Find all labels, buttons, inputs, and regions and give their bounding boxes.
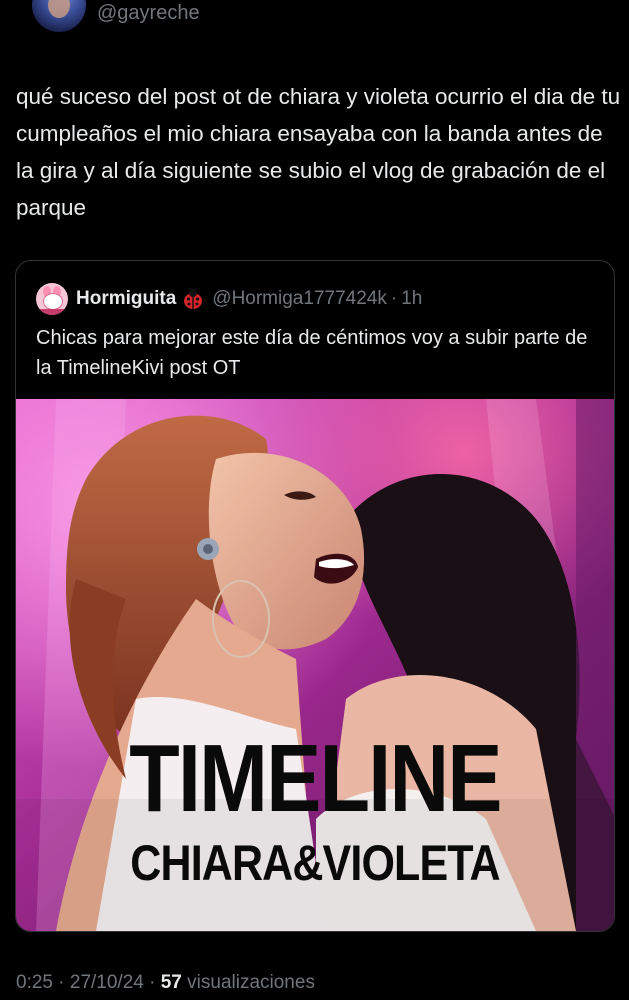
quoted-tweet-card[interactable]: Hormiguita @Hormiga1777424k · 1h Chicas …	[15, 260, 615, 932]
quote-header: Hormiguita @Hormiga1777424k · 1h	[36, 283, 422, 315]
tweet-meta: 0:25 · 27/10/24 · 57 visualizaciones	[16, 970, 315, 996]
avatar-face	[48, 0, 70, 18]
avatar-strip	[36, 309, 68, 315]
author-avatar[interactable]	[32, 0, 86, 32]
author-handle[interactable]: @gayreche	[97, 0, 200, 26]
tweet-text: qué suceso del post ot de chiara y viole…	[16, 84, 621, 220]
quote-author-name[interactable]: Hormiguita	[76, 288, 176, 310]
quote-author-handle[interactable]: @Hormiga1777424k	[212, 288, 387, 310]
quote-avatar[interactable]	[36, 283, 68, 315]
avatar-head	[43, 293, 63, 310]
quote-text: Chicas para mejorar este día de céntimos…	[36, 327, 588, 379]
quote-separator: ·	[390, 288, 398, 309]
quote-timestamp[interactable]: 1h	[401, 288, 422, 310]
views-label: visualizaciones	[187, 972, 315, 993]
meta-separator: ·	[149, 972, 156, 993]
quote-media-image[interactable]: TIMELINE CHIARA&VIOLETA	[16, 399, 614, 931]
media-overlay-title: TIMELINE	[129, 725, 502, 832]
media-overlay-subtitle: CHIARA&VIOLETA	[130, 835, 500, 891]
tweet-header: @gayreche	[0, 0, 629, 40]
tweet-date[interactable]: 27/10/24	[70, 972, 144, 993]
tweet-time[interactable]: 0:25	[16, 972, 53, 993]
views-count: 57	[160, 972, 182, 993]
ladybug-icon	[182, 287, 204, 310]
meta-separator: ·	[58, 972, 65, 993]
